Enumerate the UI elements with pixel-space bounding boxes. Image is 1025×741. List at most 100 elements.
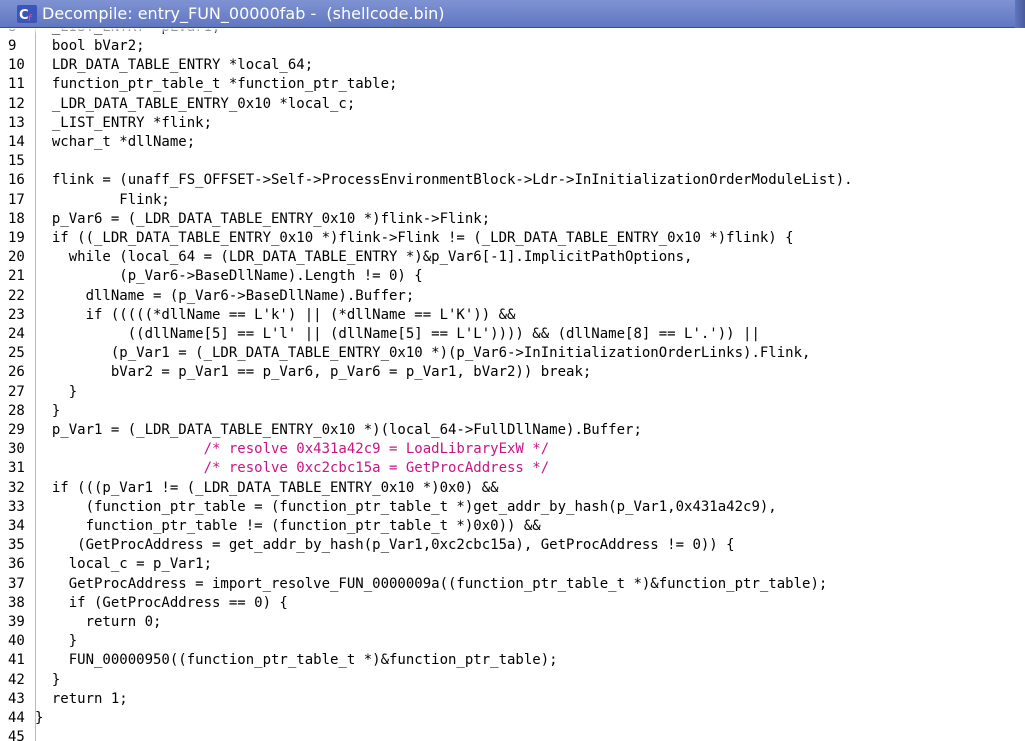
line-number: 19 — [8, 230, 25, 246]
code-text: bool bVar2; — [35, 38, 145, 54]
code-text: function_ptr_table != (function_ptr_tabl… — [35, 518, 541, 534]
line-number: 15 — [8, 153, 25, 170]
code-comment: /* resolve 0xc2cbc15a = GetProcAddress *… — [35, 460, 550, 477]
code-line[interactable]: 28 } — [0, 402, 1025, 421]
decompile-icon: C f — [17, 5, 37, 23]
code-text: (function_ptr_table = (function_ptr_tabl… — [35, 498, 777, 515]
line-number: 9 — [8, 38, 17, 54]
code-line[interactable]: 23 if (((((*dllName == L'k') || (*dllNam… — [0, 306, 1025, 325]
code-line[interactable]: 14 wchar_t *dllName; — [0, 133, 1025, 152]
line-number: 32 — [8, 479, 25, 496]
code-text: (p_Var6->BaseDllName).Length != 0) { — [35, 268, 423, 285]
code-text: if (((p_Var1 != (_LDR_DATA_TABLE_ENTRY_0… — [35, 479, 499, 496]
code-text: } — [35, 671, 61, 688]
code-line[interactable]: 30 /* resolve 0x431a42c9 = LoadLibraryEx… — [0, 440, 1025, 459]
line-number: 35 — [8, 537, 25, 554]
code-text: return 1; — [35, 690, 128, 707]
code-line[interactable]: 20 while (local_64 = (LDR_DATA_TABLE_ENT… — [0, 248, 1025, 267]
code-text: (GetProcAddress = get_addr_by_hash(p_Var… — [35, 537, 735, 554]
code-text: (p_Var1 = (_LDR_DATA_TABLE_ENTRY_0x10 *)… — [35, 345, 811, 362]
line-number: 29 — [8, 422, 25, 438]
code-line[interactable]: 10 LDR_DATA_TABLE_ENTRY *local_64; — [0, 56, 1025, 75]
code-line[interactable]: 41 FUN_00000950((function_ptr_table_t *)… — [0, 651, 1025, 670]
code-text: Flink; — [35, 191, 170, 208]
code-line[interactable]: 43 return 1; — [0, 690, 1025, 709]
code-text: p_Var6 = (_LDR_DATA_TABLE_ENTRY_0x10 *)f… — [35, 210, 491, 227]
line-number: 18 — [8, 210, 25, 227]
code-line[interactable]: 11 function_ptr_table_t *function_ptr_ta… — [0, 75, 1025, 94]
line-number: 21 — [8, 268, 25, 285]
line-number: 26 — [8, 364, 25, 381]
code-text: LDR_DATA_TABLE_ENTRY *local_64; — [35, 57, 314, 74]
line-number: 45 — [8, 729, 25, 741]
code-line[interactable]: 19 if ((_LDR_DATA_TABLE_ENTRY_0x10 *)fli… — [0, 229, 1025, 248]
line-number: 12 — [8, 95, 25, 112]
scroll-fade — [0, 28, 1025, 34]
line-number: 39 — [8, 614, 25, 630]
code-line[interactable]: 35 (GetProcAddress = get_addr_by_hash(p_… — [0, 536, 1025, 555]
code-line[interactable]: 18 p_Var6 = (_LDR_DATA_TABLE_ENTRY_0x10 … — [0, 210, 1025, 229]
code-line[interactable]: 37 GetProcAddress = import_resolve_FUN_0… — [0, 575, 1025, 594]
code-text: } — [35, 402, 61, 419]
code-line[interactable]: 22 dllName = (p_Var6->BaseDllName).Buffe… — [0, 287, 1025, 306]
code-line[interactable]: 13 _LIST_ENTRY *flink; — [0, 114, 1025, 133]
code-text: wchar_t *dllName; — [35, 134, 196, 150]
code-text: bVar2 = p_Var1 == p_Var6, p_Var6 = p_Var… — [35, 364, 592, 381]
line-number: 23 — [8, 306, 25, 323]
code-text: if (((((*dllName == L'k') || (*dllName =… — [35, 306, 516, 323]
line-number: 16 — [8, 172, 25, 189]
code-text: } — [35, 710, 44, 726]
code-text: flink = (unaff_FS_OFFSET->Self->ProcessE… — [35, 172, 853, 189]
code-text: if ((_LDR_DATA_TABLE_ENTRY_0x10 *)flink-… — [35, 230, 794, 246]
code-line[interactable]: 9 bool bVar2; — [0, 37, 1025, 56]
code-line[interactable]: 33 (function_ptr_table = (function_ptr_t… — [0, 498, 1025, 517]
decompiler-code-view[interactable]: 8 _LIST_ENTRY *pLVar1;9 bool bVar2;10 LD… — [0, 28, 1025, 741]
code-line[interactable]: 32 if (((p_Var1 != (_LDR_DATA_TABLE_ENTR… — [0, 479, 1025, 498]
line-number: 33 — [8, 498, 25, 515]
code-line[interactable]: 40 } — [0, 632, 1025, 651]
code-line[interactable]: 34 function_ptr_table != (function_ptr_t… — [0, 517, 1025, 536]
code-line[interactable]: 24 ((dllName[5] == L'l' || (dllName[5] =… — [0, 325, 1025, 344]
code-text: FUN_00000950((function_ptr_table_t *)&fu… — [35, 652, 558, 669]
line-number: 27 — [8, 383, 25, 400]
window-titlebar[interactable]: C f Decompile: entry_FUN_00000fab - (she… — [0, 0, 1025, 28]
window-title: Decompile: entry_FUN_00000fab - (shellco… — [42, 4, 445, 23]
line-number: 43 — [8, 690, 25, 707]
code-line[interactable]: 15 — [0, 152, 1025, 171]
code-line[interactable]: 36 local_c = p_Var1; — [0, 555, 1025, 574]
line-number: 24 — [8, 326, 25, 342]
line-number: 17 — [8, 191, 25, 208]
code-line[interactable]: 44} — [0, 709, 1025, 728]
code-line[interactable]: 25 (p_Var1 = (_LDR_DATA_TABLE_ENTRY_0x10… — [0, 344, 1025, 363]
line-number: 40 — [8, 633, 25, 650]
code-line[interactable]: 45 — [0, 728, 1025, 741]
code-line[interactable]: 29 p_Var1 = (_LDR_DATA_TABLE_ENTRY_0x10 … — [0, 421, 1025, 440]
line-number: 10 — [8, 57, 25, 74]
code-line[interactable]: 12 _LDR_DATA_TABLE_ENTRY_0x10 *local_c; — [0, 95, 1025, 114]
code-comment: /* resolve 0x431a42c9 = LoadLibraryExW *… — [35, 441, 550, 458]
code-text: GetProcAddress = import_resolve_FUN_0000… — [35, 575, 828, 592]
code-text: function_ptr_table_t *function_ptr_table… — [35, 76, 398, 93]
code-line[interactable]: 16 flink = (unaff_FS_OFFSET->Self->Proce… — [0, 171, 1025, 190]
line-number: 37 — [8, 575, 25, 592]
code-line[interactable]: 27 } — [0, 383, 1025, 402]
code-text: if (GetProcAddress == 0) { — [35, 594, 288, 611]
line-number: 28 — [8, 402, 25, 419]
line-number: 14 — [8, 134, 25, 150]
code-line[interactable]: 38 if (GetProcAddress == 0) { — [0, 594, 1025, 613]
line-number: 34 — [8, 518, 25, 534]
code-line[interactable]: 42 } — [0, 671, 1025, 690]
code-line[interactable]: 21 (p_Var6->BaseDllName).Length != 0) { — [0, 267, 1025, 286]
code-line[interactable]: 26 bVar2 = p_Var1 == p_Var6, p_Var6 = p_… — [0, 363, 1025, 382]
line-number: 36 — [8, 556, 25, 573]
line-number: 30 — [8, 441, 25, 458]
code-line[interactable]: 39 return 0; — [0, 613, 1025, 632]
line-number: 38 — [8, 594, 25, 611]
line-number: 20 — [8, 249, 25, 266]
line-number: 44 — [8, 710, 25, 726]
code-line[interactable]: 17 Flink; — [0, 191, 1025, 210]
code-line[interactable]: 31 /* resolve 0xc2cbc15a = GetProcAddres… — [0, 459, 1025, 478]
line-number: 41 — [8, 652, 25, 669]
line-number: 11 — [8, 76, 25, 93]
code-text: } — [35, 383, 78, 400]
